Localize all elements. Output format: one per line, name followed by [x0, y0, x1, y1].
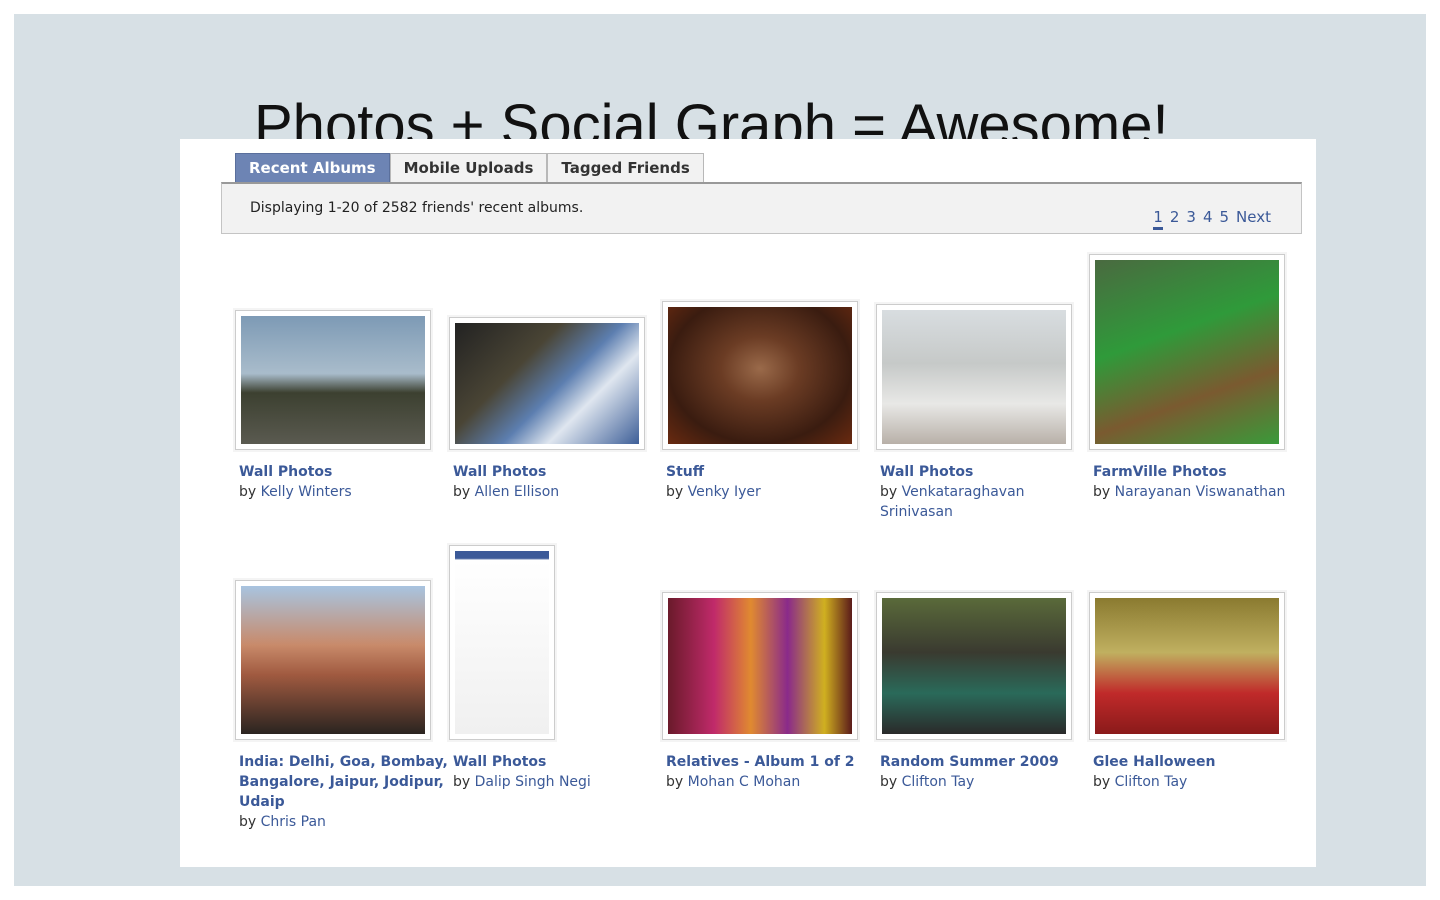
album-owner-line: by Clifton Tay [1093, 772, 1303, 792]
album-photo-street-dusk [241, 316, 425, 444]
album-thumbnail[interactable] [449, 545, 555, 740]
album-owner-line: by Venkataraghavan Srinivasan [880, 482, 1090, 522]
album-caption: Stuff by Venky Iyer [666, 462, 876, 502]
tab-recent-albums[interactable]: Recent Albums [235, 153, 390, 183]
album-thumbnail[interactable] [1089, 254, 1285, 450]
album-title-link[interactable]: Wall Photos [453, 752, 663, 772]
by-label: by [453, 484, 471, 500]
page-5-link[interactable]: 5 [1220, 208, 1230, 230]
album-photo-office [882, 598, 1066, 734]
album-caption: Relatives - Album 1 of 2 by Mohan C Mohan [666, 752, 876, 792]
album-owner-link[interactable]: Clifton Tay [902, 774, 975, 790]
album-caption: India: Delhi, Goa, Bombay, Bangalore, Ja… [239, 752, 449, 832]
album-owner-link[interactable]: Venky Iyer [688, 484, 761, 500]
by-label: by [666, 774, 684, 790]
album-caption: Wall Photos by Venkataraghavan Srinivasan [880, 462, 1090, 522]
page-1-link[interactable]: 1 [1153, 208, 1163, 230]
album-owner-link[interactable]: Mohan C Mohan [688, 774, 801, 790]
results-header: Displaying 1-20 of 2582 friends' recent … [221, 182, 1302, 234]
album-caption: Wall Photos by Dalip Singh Negi [453, 752, 663, 792]
album-photo-women-in-saris [668, 598, 852, 734]
album-title-link[interactable]: Relatives - Album 1 of 2 [666, 752, 876, 772]
album-photo-cricketer-makeup [882, 310, 1066, 444]
by-label: by [239, 484, 257, 500]
album-owner-line: by Venky Iyer [666, 482, 876, 502]
album-thumbnail[interactable] [235, 310, 431, 450]
by-label: by [880, 484, 898, 500]
album-owner-line: by Chris Pan [239, 812, 449, 832]
album-thumbnail[interactable] [449, 317, 645, 450]
next-page-link[interactable]: Next [1236, 208, 1271, 230]
album-caption: Glee Halloween by Clifton Tay [1093, 752, 1303, 792]
album-owner-link[interactable]: Dalip Singh Negi [475, 774, 591, 790]
album-title-link[interactable]: Stuff [666, 462, 876, 482]
photos-panel: Recent Albums Mobile Uploads Tagged Frie… [180, 139, 1316, 867]
by-label: by [880, 774, 898, 790]
album-thumbnail[interactable] [876, 304, 1072, 450]
album-owner-link[interactable]: Clifton Tay [1115, 774, 1188, 790]
displaying-count: Displaying 1-20 of 2582 friends' recent … [250, 200, 584, 216]
by-label: by [666, 484, 684, 500]
by-label: by [1093, 774, 1111, 790]
album-photo-portrait [668, 307, 852, 444]
page-2-link[interactable]: 2 [1170, 208, 1180, 230]
album-photo-halloween-costumes [1095, 598, 1279, 734]
by-label: by [453, 774, 471, 790]
album-thumbnail[interactable] [662, 592, 858, 740]
album-photo-farmville-farm [1095, 260, 1279, 444]
album-title-link[interactable]: Glee Halloween [1093, 752, 1303, 772]
album-photo-building-sky [455, 323, 639, 444]
album-owner-line: by Narayanan Viswanathan [1093, 482, 1303, 502]
album-caption: Wall Photos by Allen Ellison [453, 462, 663, 502]
album-title-link[interactable]: Random Summer 2009 [880, 752, 1090, 772]
album-caption: Random Summer 2009 by Clifton Tay [880, 752, 1090, 792]
album-thumbnail[interactable] [235, 580, 431, 740]
album-thumbnail[interactable] [876, 592, 1072, 740]
album-photo-humayun-tomb-group [241, 586, 425, 734]
album-thumbnail[interactable] [662, 301, 858, 450]
album-photo-facebook-profile-screenshot [455, 551, 549, 734]
album-owner-line: by Allen Ellison [453, 482, 663, 502]
pagination: 1 2 3 4 5 Next [1153, 208, 1271, 230]
album-owner-link[interactable]: Narayanan Viswanathan [1115, 484, 1286, 500]
tab-mobile-uploads[interactable]: Mobile Uploads [389, 153, 548, 183]
album-title-link[interactable]: Wall Photos [880, 462, 1090, 482]
by-label: by [1093, 484, 1111, 500]
album-title-link[interactable]: FarmVille Photos [1093, 462, 1303, 482]
album-title-link[interactable]: India: Delhi, Goa, Bombay, Bangalore, Ja… [239, 752, 449, 812]
album-owner-link[interactable]: Allen Ellison [475, 484, 560, 500]
album-title-link[interactable]: Wall Photos [453, 462, 663, 482]
album-owner-line: by Dalip Singh Negi [453, 772, 663, 792]
album-owner-line: by Clifton Tay [880, 772, 1090, 792]
album-title-link[interactable]: Wall Photos [239, 462, 449, 482]
tab-tagged-friends[interactable]: Tagged Friends [547, 153, 704, 183]
page-3-link[interactable]: 3 [1186, 208, 1196, 230]
album-owner-link[interactable]: Kelly Winters [261, 484, 352, 500]
album-tabs: Recent Albums Mobile Uploads Tagged Frie… [235, 153, 704, 183]
album-caption: FarmVille Photos by Narayanan Viswanathan [1093, 462, 1303, 502]
album-owner-link[interactable]: Chris Pan [261, 814, 326, 830]
album-thumbnail[interactable] [1089, 592, 1285, 740]
page-4-link[interactable]: 4 [1203, 208, 1213, 230]
album-owner-line: by Mohan C Mohan [666, 772, 876, 792]
album-owner-line: by Kelly Winters [239, 482, 449, 502]
by-label: by [239, 814, 257, 830]
album-owner-link[interactable]: Venkataraghavan Srinivasan [880, 484, 1025, 520]
album-caption: Wall Photos by Kelly Winters [239, 462, 449, 502]
